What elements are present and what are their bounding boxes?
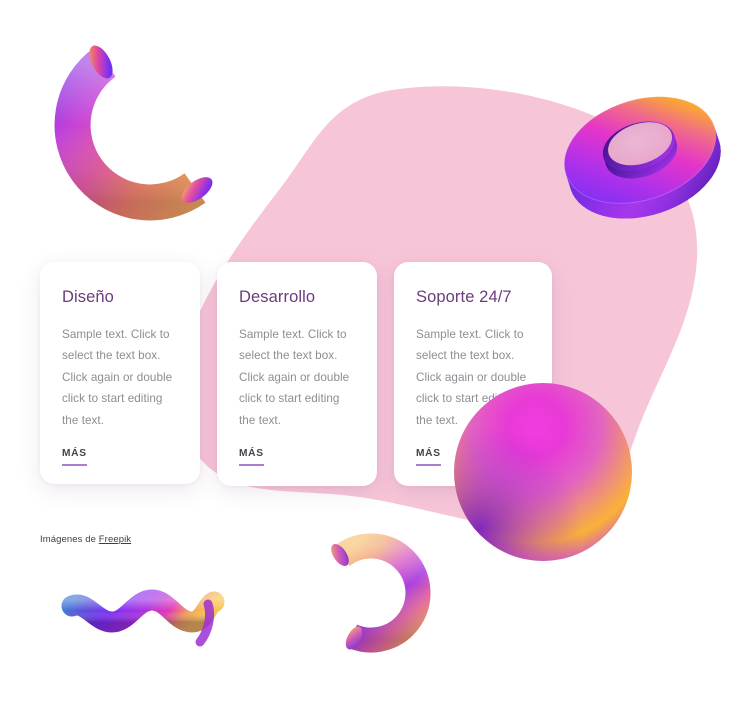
image-credit: Imágenes de Freepik (40, 534, 131, 545)
c-arc-tube-top-left (54, 45, 213, 221)
feature-card-diseno[interactable]: Diseño Sample text. Click to select the … (40, 262, 200, 484)
credit-link-freepik[interactable]: Freepik (99, 534, 131, 545)
c-arc-tube-bottom-center (331, 533, 431, 653)
card-more-link[interactable]: MÁS (239, 448, 264, 467)
credit-prefix: Imágenes de (40, 534, 99, 545)
card-body-text: Sample text. Click to select the text bo… (416, 327, 527, 427)
feature-card-soporte[interactable]: Soporte 24/7 Sample text. Click to selec… (394, 262, 552, 486)
card-title: Desarrollo (239, 288, 316, 306)
card-body-text: Sample text. Click to select the text bo… (239, 327, 350, 427)
zigzag-ribbon-bottom-left (61, 589, 225, 647)
feature-card-desarrollo[interactable]: Desarrollo Sample text. Click to select … (217, 262, 377, 486)
page-canvas: Diseño Sample text. Click to select the … (0, 0, 750, 714)
feature-cards-row: Diseño Sample text. Click to select the … (40, 262, 552, 486)
card-more-link[interactable]: MÁS (416, 448, 441, 467)
card-title: Soporte 24/7 (416, 288, 512, 306)
card-more-link[interactable]: MÁS (62, 448, 87, 467)
card-body-text: Sample text. Click to select the text bo… (62, 327, 173, 427)
card-title: Diseño (62, 288, 114, 306)
torus-ring-top-right (563, 96, 721, 219)
